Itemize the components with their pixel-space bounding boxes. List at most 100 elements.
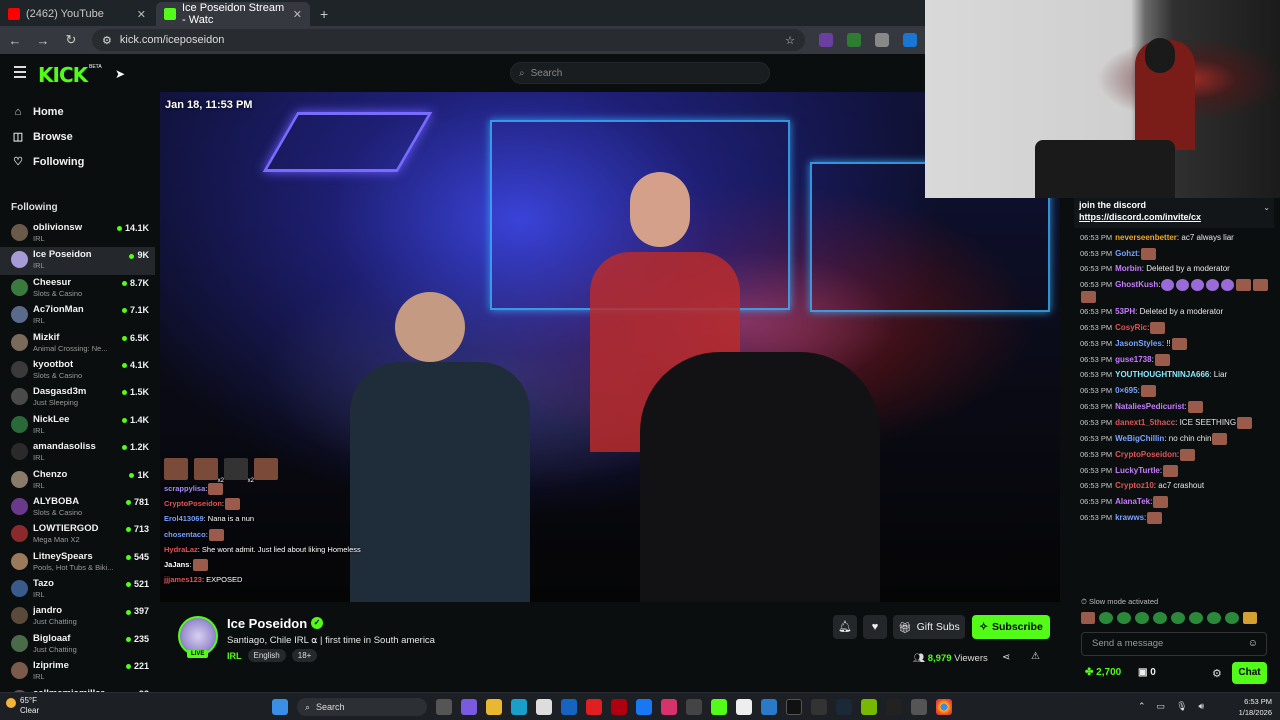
extension-icon[interactable] — [847, 33, 861, 47]
store-icon[interactable] — [536, 699, 552, 715]
url-field[interactable]: ⚙ kick.com/iceposeidon ☆ — [92, 29, 805, 51]
emote-icon[interactable] — [1225, 612, 1239, 624]
steam-icon[interactable] — [836, 699, 852, 715]
report-icon[interactable]: ⚠ — [1031, 651, 1040, 662]
clock[interactable]: 6:53 PM 1/18/2026 — [1222, 696, 1272, 718]
epic-games-icon[interactable] — [886, 699, 902, 715]
streamer-name[interactable]: Ice Poseidon — [227, 616, 307, 631]
chat-username[interactable]: WeBigChillin — [1115, 434, 1164, 443]
new-tab-button[interactable]: + — [312, 2, 336, 26]
emote-icon[interactable] — [1243, 612, 1257, 624]
copilot-icon[interactable] — [461, 699, 477, 715]
instagram-icon[interactable] — [661, 699, 677, 715]
close-icon[interactable]: ✕ — [137, 8, 146, 21]
tab-kick[interactable]: Ice Poseidon Stream - Watc ✕ — [156, 2, 310, 26]
microphone-icon[interactable]: 🎙︎ — [1176, 701, 1187, 712]
extension-icon[interactable] — [819, 33, 833, 47]
emote-icon[interactable] — [1153, 612, 1167, 624]
kicks-balance[interactable]: ▣ 0 — [1138, 667, 1156, 678]
chat-username[interactable]: Cryptoz10 — [1115, 481, 1154, 490]
sidebar-item-home[interactable]: ⌂ Home — [0, 99, 155, 124]
youtube-icon[interactable] — [586, 699, 602, 715]
following-item[interactable]: LitneySpears Pools, Hot Tubs & Biki... 545 — [0, 549, 155, 576]
chat-username[interactable]: krawws — [1115, 513, 1144, 522]
kick-icon[interactable] — [711, 699, 727, 715]
emote-icon[interactable] — [1189, 612, 1203, 624]
media-icon[interactable] — [686, 699, 702, 715]
following-item[interactable]: Iziprime IRL 221 — [0, 658, 155, 685]
chat-username[interactable]: Gohzt — [1115, 249, 1138, 258]
weather-widget[interactable]: 65°F Clear — [6, 696, 39, 716]
chat-username[interactable]: GhostKush — [1115, 280, 1158, 289]
emote-icon[interactable] — [1081, 612, 1095, 624]
following-item[interactable]: Dasgasd3m Just Sleeping 1.5K — [0, 384, 155, 411]
chat-username[interactable]: LuckyTurtle — [1115, 466, 1160, 475]
extension-icon[interactable] — [875, 33, 889, 47]
chat-username[interactable]: JasonStyles — [1115, 339, 1162, 348]
gear-icon[interactable]: ⚙ — [1212, 667, 1222, 680]
chevron-down-icon[interactable]: ⌄ — [1263, 203, 1270, 212]
chat-username[interactable]: danext1_5thacc — [1115, 418, 1175, 427]
follow-button[interactable]: ♥ — [863, 615, 887, 639]
start-icon[interactable] — [272, 699, 288, 715]
chat-username[interactable]: CosyRic — [1115, 323, 1147, 332]
following-item[interactable]: Cheesur Slots & Casino 8.7K — [0, 275, 155, 302]
following-item[interactable]: jandro Just Chatting 397 — [0, 603, 155, 630]
emote-icon[interactable] — [1117, 612, 1131, 624]
following-item[interactable]: Mizkif Animal Crossing: Ne... 6.5K — [0, 330, 155, 357]
kick-logo[interactable]: KICK — [38, 63, 88, 87]
extension-icon[interactable] — [903, 33, 917, 47]
following-item[interactable]: Tazo IRL 521 — [0, 576, 155, 603]
chat-username[interactable]: AlanaTek — [1115, 497, 1150, 506]
following-item[interactable]: amandasoliss IRL 1.2K — [0, 439, 155, 466]
app-icon[interactable] — [811, 699, 827, 715]
chat-username[interactable]: CryptoPoseidon — [1115, 450, 1177, 459]
tag[interactable]: 18+ — [291, 649, 318, 662]
nvidia-icon[interactable] — [861, 699, 877, 715]
chrome-icon[interactable] — [936, 699, 952, 715]
back-icon[interactable]: ← — [8, 33, 22, 48]
chat-username[interactable]: neverseenbetter — [1115, 233, 1177, 242]
chat-username[interactable]: NataliesPedicurist — [1115, 402, 1184, 411]
emote-icon[interactable] — [1207, 612, 1221, 624]
following-item[interactable]: Ac7ionMan IRL 7.1K — [0, 302, 155, 329]
emote-icon[interactable] — [1171, 612, 1185, 624]
gift-subs-button[interactable]: 🎁︎ Gift Subs — [893, 615, 965, 639]
volume-icon[interactable]: 🔊︎ — [1199, 701, 1205, 712]
notification-bell-button[interactable]: 🔔︎ — [833, 615, 857, 639]
tag[interactable]: English — [247, 649, 286, 662]
edge-icon[interactable] — [511, 699, 527, 715]
following-item[interactable]: ALYBOBA Slots & Casino 781 — [0, 494, 155, 521]
following-item[interactable]: Ice Poseidon IRL 9K — [0, 247, 155, 275]
send-chat-button[interactable]: Chat — [1232, 662, 1267, 684]
site-info-icon[interactable]: ⚙ — [102, 34, 112, 47]
netflix-icon[interactable] — [611, 699, 627, 715]
settings-icon[interactable] — [911, 699, 927, 715]
reload-icon[interactable]: ↻ — [64, 32, 78, 48]
sidebar-item-browse[interactable]: ◫ Browse — [0, 124, 155, 149]
forward-icon[interactable]: → — [36, 33, 50, 48]
share-icon[interactable]: ⋖ — [1002, 652, 1010, 663]
file-explorer-icon[interactable] — [486, 699, 502, 715]
emote-icon[interactable] — [1135, 612, 1149, 624]
chevron-up-icon[interactable]: ⌃ — [1138, 701, 1146, 712]
pinned-link[interactable]: https://discord.com/invite/cx — [1079, 212, 1201, 222]
category-link[interactable]: IRL — [227, 651, 242, 661]
following-item[interactable]: NickLee IRL 1.4K — [0, 412, 155, 439]
bookmark-star-icon[interactable]: ☆ — [785, 34, 795, 47]
search-input[interactable]: ⌕ Search — [510, 62, 770, 84]
chat-username[interactable]: guse1738 — [1115, 355, 1151, 364]
following-item[interactable]: kyootbot Slots & Casino 4.1K — [0, 357, 155, 384]
facebook-icon[interactable] — [636, 699, 652, 715]
amazon-icon[interactable] — [736, 699, 752, 715]
following-item[interactable]: Bigloaaf Just Chatting 235 — [0, 631, 155, 658]
chat-username[interactable]: 53PH — [1115, 307, 1135, 316]
following-item[interactable]: oblivionsw IRL 14.1K — [0, 220, 155, 247]
chat-username[interactable]: 0×695 — [1115, 386, 1137, 395]
sidebar-item-following[interactable]: ♡ Following — [0, 149, 155, 174]
task-view-icon[interactable] — [436, 699, 452, 715]
following-item[interactable]: Chenzo IRL 1K — [0, 467, 155, 494]
phone-link-icon[interactable]: ▭ — [1157, 701, 1166, 712]
emoji-picker-icon[interactable]: ☺ — [1248, 638, 1258, 649]
chat-username[interactable]: Morbin — [1115, 264, 1142, 273]
